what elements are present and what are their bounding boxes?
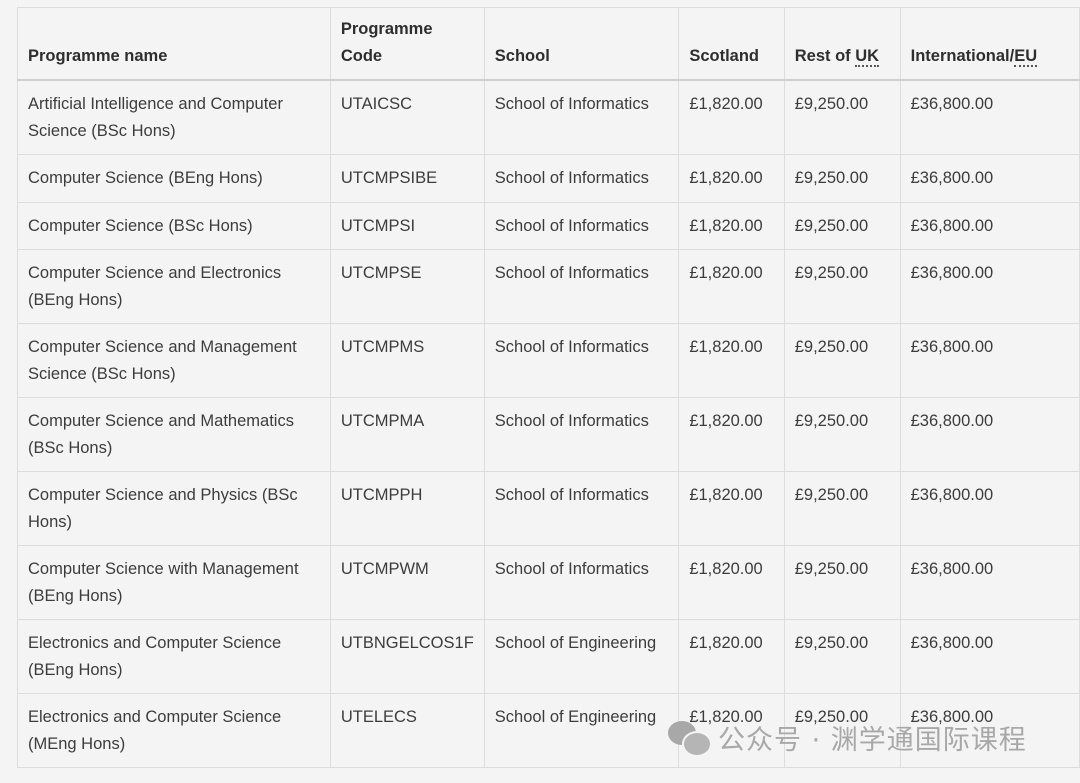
school-cell: School of Informatics — [483, 397, 680, 472]
scotland-fee-cell: £1,820.00 — [678, 619, 785, 694]
programme-code-cell: UTCMPWM — [329, 545, 485, 620]
international-fee-cell: £36,800.00 — [899, 249, 1080, 324]
programme-code-cell: UTBNGELCOS1F — [329, 619, 485, 694]
scotland-fee-cell: £1,820.00 — [678, 323, 785, 398]
programme-code-cell: UTCMPSI — [329, 201, 485, 250]
programme-code-cell: UTCMPSE — [329, 249, 485, 324]
school-cell: School of Engineering — [483, 619, 680, 694]
school-cell: School of Informatics — [483, 79, 680, 155]
programme-code-cell: UTCMPPH — [329, 471, 485, 546]
scotland-fee-cell: £1,820.00 — [678, 397, 785, 472]
watermark: 公众号 · 渊学通国际课程 — [668, 718, 1027, 757]
programme-name-cell: Computer Science with Management (BEng H… — [17, 545, 331, 620]
table-row: Computer Science (BSc Hons) UTCMPSI School… — [17, 201, 1080, 250]
rest-of-uk-fee-cell: £9,250.00 — [783, 249, 901, 324]
scotland-fee-cell: £1,820.00 — [678, 249, 785, 324]
school-cell: School of Informatics — [483, 545, 680, 620]
international-fee-cell: £36,800.00 — [899, 79, 1080, 155]
programme-name-cell: Electronics and Computer Science (MEng H… — [17, 693, 331, 768]
scotland-fee-cell: £1,820.00 — [678, 545, 785, 620]
header-scotland: Scotland — [678, 7, 785, 81]
international-fee-cell: £36,800.00 — [899, 397, 1080, 472]
wechat-icon — [668, 719, 712, 757]
programme-code-cell: UTELECS — [329, 693, 485, 768]
scotland-fee-cell: £1,820.00 — [678, 79, 785, 155]
programme-code-cell: UTCMPMS — [329, 323, 485, 398]
table-row: Computer Science with Management (BEng H… — [17, 545, 1080, 620]
rest-of-uk-fee-cell: £9,250.00 — [783, 471, 901, 546]
rest-of-uk-fee-cell: £9,250.00 — [783, 397, 901, 472]
watermark-text: 公众号 · 渊学通国际课程 — [718, 725, 1027, 756]
rest-of-uk-fee-cell: £9,250.00 — [783, 154, 901, 203]
international-fee-cell: £36,800.00 — [899, 201, 1080, 250]
programme-name-cell: Computer Science and Electronics (BEng H… — [17, 249, 331, 324]
programme-name-cell: Electronics and Computer Science (BEng H… — [17, 619, 331, 694]
uk-abbreviation[interactable]: UK — [855, 46, 880, 67]
programme-name-cell: Artificial Intelligence and Computer Sci… — [17, 79, 331, 155]
school-cell: School of Informatics — [483, 323, 680, 398]
table-row: Computer Science and Mathematics (BSc Ho… — [17, 397, 1080, 472]
rest-of-uk-fee-cell: £9,250.00 — [783, 619, 901, 694]
header-rest-of-uk: Rest of UK — [783, 7, 901, 81]
school-cell: School of Informatics — [483, 201, 680, 250]
international-fee-cell: £36,800.00 — [899, 154, 1080, 203]
rest-of-uk-fee-cell: £9,250.00 — [783, 545, 901, 620]
school-cell: School of Informatics — [483, 471, 680, 546]
header-international-eu: International/EU — [899, 7, 1080, 81]
programme-code-cell: UTCMPSIBE — [329, 154, 485, 203]
scotland-fee-cell: £1,820.00 — [678, 154, 785, 203]
international-fee-cell: £36,800.00 — [899, 545, 1080, 620]
programme-code-cell: UTAICSC — [329, 79, 485, 155]
school-cell: School of Informatics — [483, 154, 680, 203]
rest-of-uk-fee-cell: £9,250.00 — [783, 79, 901, 155]
header-programme-code: Programme Code — [329, 7, 485, 81]
table-row: Computer Science and Electronics (BEng H… — [17, 249, 1080, 324]
table-row: Computer Science (BEng Hons) UTCMPSIBE Sch… — [17, 154, 1080, 203]
programme-name-cell: Computer Science and Management Science … — [17, 323, 331, 398]
international-fee-cell: £36,800.00 — [899, 323, 1080, 398]
programme-name-cell: Computer Science and Physics (BSc Hons) — [17, 471, 331, 546]
school-cell: School of Engineering — [483, 693, 680, 768]
programme-name-cell: Computer Science and Mathematics (BSc Ho… — [17, 397, 331, 472]
header-rest-of-uk-prefix: Rest of — [794, 46, 856, 65]
eu-abbreviation[interactable]: EU — [1014, 46, 1038, 67]
table-header-row: Programme name Programme Code School Sco… — [17, 7, 1080, 81]
rest-of-uk-fee-cell: £9,250.00 — [783, 201, 901, 250]
header-international-prefix: International/ — [910, 46, 1015, 65]
school-cell: School of Informatics — [483, 249, 680, 324]
table-row: Electronics and Computer Science (BEng H… — [17, 619, 1080, 694]
header-school: School — [483, 7, 680, 81]
tuition-fees-table: Programme name Programme Code School Sco… — [17, 7, 1080, 768]
international-fee-cell: £36,800.00 — [899, 619, 1080, 694]
programme-code-cell: UTCMPMA — [329, 397, 485, 472]
header-programme-name: Programme name — [17, 7, 331, 81]
scotland-fee-cell: £1,820.00 — [678, 471, 785, 546]
rest-of-uk-fee-cell: £9,250.00 — [783, 323, 901, 398]
programme-name-cell: Computer Science (BEng Hons) — [17, 154, 331, 203]
table-row: Computer Science and Physics (BSc Hons) U… — [17, 471, 1080, 546]
table-row: Artificial Intelligence and Computer Sci… — [17, 79, 1080, 155]
scotland-fee-cell: £1,820.00 — [678, 201, 785, 250]
programme-name-cell: Computer Science (BSc Hons) — [17, 201, 331, 250]
table-row: Computer Science and Management Science … — [17, 323, 1080, 398]
international-fee-cell: £36,800.00 — [899, 471, 1080, 546]
